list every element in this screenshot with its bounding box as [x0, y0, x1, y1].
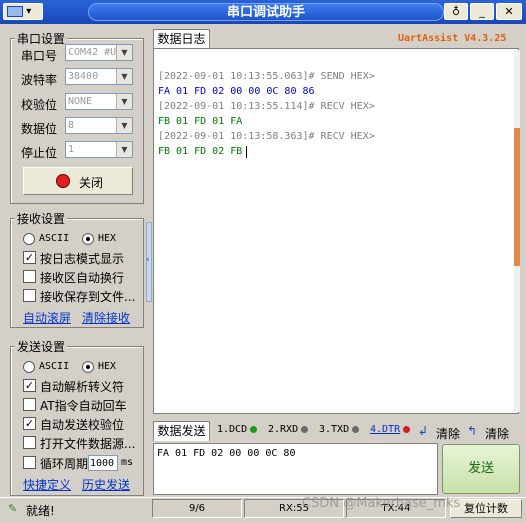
pin-dot-icon — [403, 425, 411, 433]
app-icon — [7, 5, 23, 17]
clear-send-button[interactable]: 清除 — [436, 425, 460, 442]
databits-select[interactable]: 8 ▼ — [65, 117, 133, 134]
pin-indicator[interactable]: 3.TXD — [319, 424, 360, 435]
tab-data-log[interactable]: 数据日志 — [153, 29, 210, 49]
receive-ascii-radio[interactable] — [23, 233, 35, 245]
send-input-area[interactable]: FA 01 FD 02 00 00 0C 80 — [153, 443, 438, 495]
save-to-file-checkbox[interactable] — [23, 289, 36, 302]
pin-dot-icon — [301, 425, 309, 433]
pin-indicator[interactable]: 1.DCD — [217, 424, 258, 435]
port-label: 串口号 — [21, 49, 58, 63]
pin-dot-icon — [250, 425, 258, 433]
clear-send-icon[interactable]: ↲ — [418, 424, 428, 438]
at-enter-label: AT指令自动回车 — [40, 399, 127, 413]
reset-count-button[interactable]: 复位计数 — [450, 499, 522, 518]
file-source-label: 打开文件数据源... — [40, 437, 136, 451]
chevron-down-icon[interactable]: ▼ — [116, 94, 132, 109]
pin-label: 3.TXD — [319, 424, 350, 435]
watermark: CSDN @Makerbase_mks — [302, 496, 461, 511]
send-hex-label: HEX — [98, 361, 117, 372]
send-ascii-label: ASCII — [39, 361, 70, 372]
parity-label: 校验位 — [21, 98, 58, 112]
auto-scroll-link[interactable]: 自动滚屏 — [23, 309, 71, 326]
text-caret — [246, 146, 248, 158]
log-mode-label: 按日志模式显示 — [40, 252, 125, 266]
auto-checksum-checkbox[interactable]: ✓ — [23, 417, 36, 430]
receive-hex-radio[interactable] — [82, 233, 94, 245]
tab-data-send[interactable]: 数据发送 — [153, 421, 210, 441]
port-select[interactable]: COM42 #US ▼ — [65, 44, 133, 61]
stopbits-label: 停止位 — [21, 146, 58, 160]
pin-label: 4.DTR — [370, 424, 401, 435]
send-ascii-radio[interactable] — [23, 361, 35, 373]
pin-label: 1.DCD — [217, 424, 248, 435]
chevron-down-icon[interactable]: ▼ — [116, 69, 132, 84]
pin-icon[interactable]: ♁ — [444, 3, 468, 20]
auto-escape-checkbox[interactable]: ✓ — [23, 379, 36, 392]
stopbits-select[interactable]: 1 ▼ — [65, 141, 133, 158]
chevron-down-icon[interactable]: ▼ — [116, 45, 132, 60]
pin-indicator[interactable]: 2.RXD — [268, 424, 309, 435]
serial-settings-title: 串口设置 — [15, 30, 68, 47]
log-scrollbar[interactable] — [514, 50, 520, 412]
status-counter: 9/6 — [152, 499, 242, 518]
receive-hex-label: HEX — [98, 233, 117, 244]
close-port-button[interactable]: 关闭 — [23, 167, 133, 195]
clear-receive-link[interactable]: 清除接收 — [82, 309, 130, 326]
pin-indicator[interactable]: 4.DTR — [370, 424, 411, 435]
close-button[interactable]: ✕ — [496, 3, 522, 20]
chevron-down-icon: ▾ — [26, 6, 32, 17]
save-to-file-label: 接收保存到文件... — [40, 290, 136, 304]
pin-dot-icon — [352, 425, 360, 433]
baud-select[interactable]: 38400 ▼ — [65, 68, 133, 85]
chevron-down-icon[interactable]: ▼ — [116, 118, 132, 133]
log-line: FB 01 FD 01 FA — [158, 116, 243, 127]
send-hex-radio[interactable] — [82, 361, 94, 373]
file-source-checkbox[interactable] — [23, 436, 36, 449]
auto-wrap-checkbox[interactable] — [23, 270, 36, 283]
close-port-label: 关闭 — [79, 176, 104, 190]
log-line: FB 01 FD 02 FB — [158, 146, 243, 157]
clear-all-icon[interactable]: ↰ — [467, 424, 477, 438]
log-line: FA 01 FD 02 00 00 0C 80 86 — [158, 86, 315, 97]
send-button[interactable]: 发送 — [442, 444, 520, 494]
send-settings-title: 发送设置 — [15, 338, 68, 355]
ready-icon: ✎ — [8, 502, 18, 515]
parity-select[interactable]: NONE ▼ — [65, 93, 133, 110]
log-line: [2022-09-01 10:13:55.114]# RECV HEX> — [158, 101, 375, 112]
loop-period-input[interactable] — [88, 455, 118, 471]
loop-unit: ms — [121, 457, 134, 468]
at-enter-checkbox[interactable] — [23, 398, 36, 411]
log-line: [2022-09-01 10:13:55.063]# SEND HEX> — [158, 71, 375, 82]
window-title: 串口调试助手 — [88, 3, 444, 21]
collapse-arrow-icon[interactable]: ‹ — [146, 255, 150, 265]
minimize-button[interactable]: _ — [470, 3, 494, 20]
auto-escape-label: 自动解析转义符 — [40, 380, 125, 394]
auto-checksum-label: 自动发送校验位 — [40, 418, 125, 432]
log-line: [2022-09-01 10:13:58.363]# RECV HEX> — [158, 131, 375, 142]
baud-label: 波特率 — [21, 73, 58, 87]
system-menu-button[interactable]: ▾ — [3, 3, 43, 20]
send-input-text[interactable]: FA 01 FD 02 00 00 0C 80 — [157, 448, 295, 459]
databits-label: 数据位 — [21, 122, 58, 136]
receive-settings-title: 接收设置 — [15, 210, 68, 227]
loop-label: 循环周期 — [40, 457, 89, 471]
receive-log-area[interactable]: [2022-09-01 10:13:55.063]# SEND HEX> FA 0… — [153, 48, 519, 414]
pin-status-row: 1.DCD 2.RXD 3.TXD 4.DTR — [217, 424, 417, 440]
scrollbar-thumb[interactable] — [514, 128, 520, 266]
status-ready: 就绪! — [26, 504, 55, 518]
chevron-down-icon[interactable]: ▼ — [116, 142, 132, 157]
clear-all-button[interactable]: 清除 — [485, 425, 509, 442]
brand-label: UartAssist V4.3.25 — [398, 33, 507, 44]
status-led-icon — [56, 174, 70, 188]
loop-checkbox[interactable] — [23, 456, 36, 469]
auto-wrap-label: 接收区自动换行 — [40, 271, 125, 285]
history-link[interactable]: 历史发送 — [82, 476, 130, 493]
receive-ascii-label: ASCII — [39, 233, 70, 244]
splitter-handle[interactable]: ‹ — [146, 222, 152, 302]
pin-label: 2.RXD — [268, 424, 299, 435]
shortcut-link[interactable]: 快捷定义 — [23, 476, 71, 493]
log-mode-checkbox[interactable]: ✓ — [23, 251, 36, 264]
